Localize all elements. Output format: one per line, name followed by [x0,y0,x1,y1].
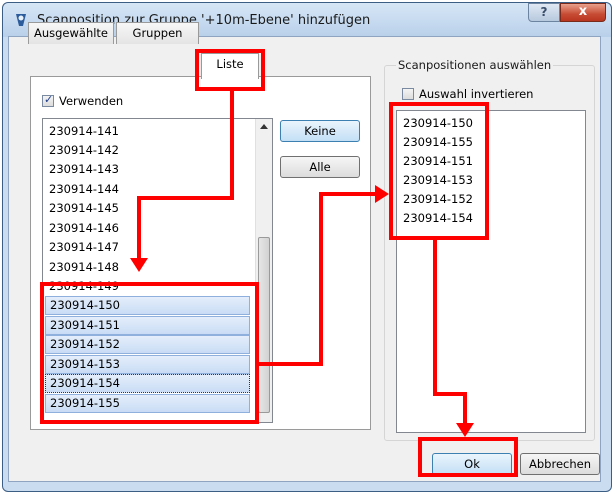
list-item[interactable]: 230914-147 [45,238,250,257]
list-item[interactable]: 230914-143 [45,160,250,179]
help-button[interactable]: ? [528,3,560,22]
tab-gruppen[interactable]: Gruppen [116,22,199,44]
group-title: Scanpositionen auswählen [396,58,554,72]
invert-checkbox-label: Auswahl invertieren [419,87,534,101]
scrollbar-thumb[interactable] [258,237,270,413]
scroll-up-arrow-icon[interactable] [260,124,268,129]
use-checkbox-label: Verwenden [59,94,124,108]
annotation-line [433,392,467,396]
annotation-line [137,196,141,260]
annotation-line [259,362,323,366]
invert-checkbox[interactable] [402,88,414,100]
list-item[interactable]: 230914-145 [45,199,250,218]
none-button[interactable]: Keine [280,120,360,142]
list-item[interactable]: 230914-142 [45,141,250,160]
list-item[interactable]: 230914-146 [45,219,250,238]
tab-liste[interactable]: Liste [201,53,259,79]
annotation-line [137,196,234,200]
annotation-box-ok-button [418,437,518,477]
cancel-button[interactable]: Abbrechen [520,453,600,475]
tab-ausgewaehlte[interactable]: Ausgewählte [28,22,114,44]
annotation-line [319,192,377,196]
annotation-line [319,192,323,366]
annotation-line [433,240,437,395]
checkmark-icon: ✓ [44,93,54,106]
annotation-line [463,392,467,425]
app-icon [16,14,26,26]
annotation-box-result-list [389,102,489,240]
annotation-arrow-down-icon [456,423,474,437]
use-checkbox[interactable]: ✓ [42,93,54,107]
all-button[interactable]: Alle [280,156,360,178]
close-button[interactable]: x [560,3,606,22]
list-item[interactable]: 230914-141 [45,122,250,141]
annotation-line [230,91,234,199]
annotation-box-selected-items [40,282,259,424]
annotation-arrow-right-icon [375,185,389,203]
annotation-arrow-down-icon [130,258,148,272]
